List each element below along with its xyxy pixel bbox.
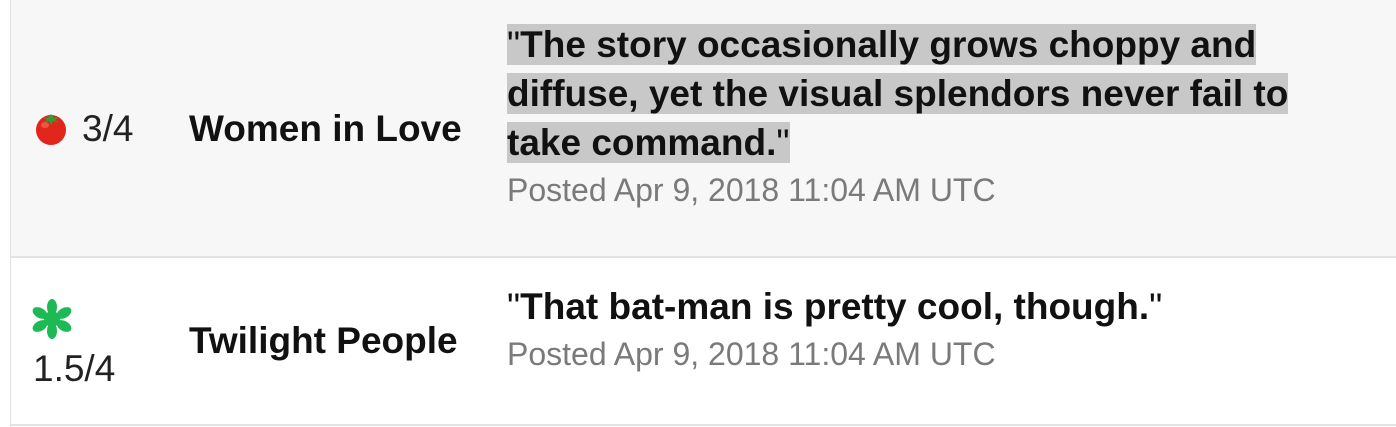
movie-title-link[interactable]: Twilight People <box>189 320 458 362</box>
quote-open-mark: " <box>507 286 521 327</box>
review-row: 1.5/4 Twilight People "That bat-man is p… <box>11 258 1396 426</box>
review-quote[interactable]: "The story occasionally grows choppy and… <box>507 20 1367 167</box>
quote-open-mark: " <box>507 24 521 65</box>
movie-title-link[interactable]: Women in Love <box>189 108 462 150</box>
green-splat-icon <box>32 299 72 339</box>
quote-text: The story occasionally grows choppy and … <box>507 24 1289 163</box>
posted-timestamp: Posted Apr 9, 2018 11:04 AM UTC <box>507 336 996 372</box>
review-score: 3/4 <box>82 108 134 149</box>
quote-close-mark: " <box>776 122 790 163</box>
tomato-icon <box>36 114 66 145</box>
review-score: 1.5/4 <box>33 348 116 389</box>
reviews-list: 3/4 Women in Love "The story occasionall… <box>10 0 1396 427</box>
review-row: 3/4 Women in Love "The story occasionall… <box>11 0 1396 258</box>
posted-timestamp: Posted Apr 9, 2018 11:04 AM UTC <box>507 172 996 208</box>
quote-close-mark: " <box>1149 286 1163 327</box>
quote-text: That bat-man is pretty cool, though. <box>520 286 1150 327</box>
review-quote[interactable]: "That bat-man is pretty cool, though." <box>507 282 1367 331</box>
